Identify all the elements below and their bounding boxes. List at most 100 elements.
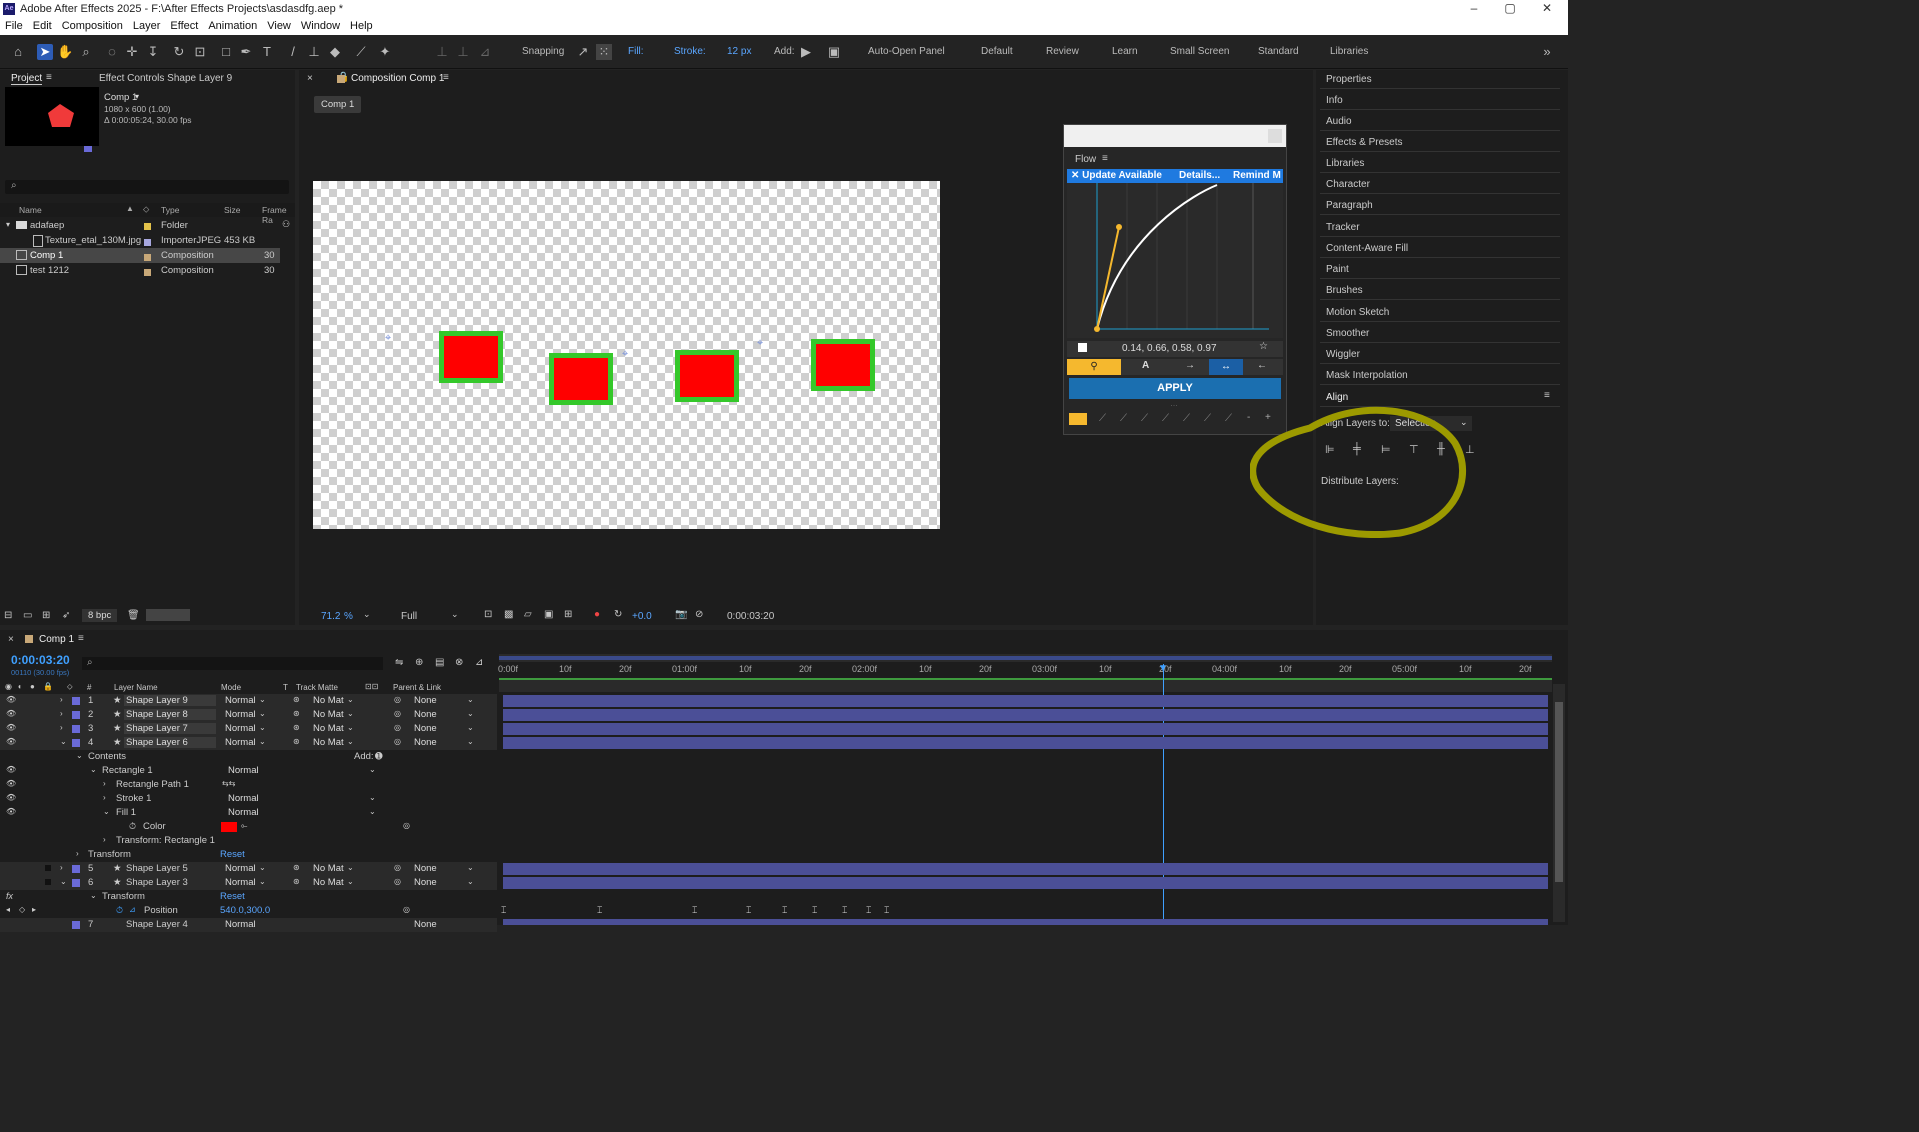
zoom-tool-icon[interactable]: ⌕ <box>78 44 94 60</box>
label-color-swatch[interactable] <box>72 739 80 747</box>
new-folder-icon[interactable]: ▭ <box>23 610 32 621</box>
resolution-select[interactable]: Full <box>401 611 417 622</box>
pan-tool-icon[interactable]: ✛ <box>124 44 140 60</box>
label-tag-icon[interactable]: ⬦ <box>67 682 73 692</box>
menu-view[interactable]: View <box>262 18 296 32</box>
keyframe-icon[interactable]: ⌶ <box>692 905 697 916</box>
tab-composition[interactable]: Composition Comp 1 <box>351 73 444 84</box>
chevron-down-icon[interactable]: ⌄ <box>259 723 266 732</box>
graph-toggle-icon[interactable]: ⊿ <box>129 905 136 914</box>
track-matte-select[interactable]: No Mat <box>313 709 344 720</box>
brush-tool-icon[interactable]: / <box>285 44 301 60</box>
keyframe-icon[interactable]: ⌶ <box>501 905 506 916</box>
chevron-down-icon[interactable]: ⌄ <box>259 877 266 886</box>
layer-duration-bar[interactable] <box>503 695 1548 707</box>
layer-name[interactable]: Shape Layer 3 <box>126 877 188 888</box>
property-row-rectangle[interactable]: 👁 ⌄ Rectangle 1 Normal ⌄ <box>0 764 497 778</box>
label-color-swatch[interactable] <box>72 879 80 887</box>
layer-mode-select[interactable]: Normal <box>225 695 256 706</box>
panel-character[interactable]: Character <box>1326 179 1370 190</box>
next-keyframe-icon[interactable]: ▸ <box>32 905 36 914</box>
preview-comp-name[interactable]: Comp 1 <box>104 92 137 103</box>
layer-name[interactable]: Shape Layer 4 <box>126 919 188 930</box>
graph-mode-icon[interactable]: ⚲ <box>1067 359 1121 375</box>
project-item-test1212[interactable]: test 1212 Composition 30 <box>0 263 295 278</box>
chevron-down-icon[interactable]: ⌄ <box>347 695 354 704</box>
keyframe-icon[interactable]: ⌶ <box>812 905 817 916</box>
viewer-timecode[interactable]: 0:00:03:20 <box>727 611 774 622</box>
curve-editor[interactable] <box>1067 183 1283 338</box>
expand-chevron-icon[interactable]: › <box>103 793 106 802</box>
remind-link[interactable]: Remind M <box>1233 170 1281 181</box>
chevron-down-icon[interactable]: ⌄ <box>347 723 354 732</box>
text-mode-icon[interactable]: A <box>1142 360 1149 371</box>
mask-visibility-icon[interactable]: ▱ <box>524 609 532 620</box>
keyframe-icon[interactable]: ⌶ <box>597 905 602 916</box>
keyframe-icon[interactable]: ⌶ <box>884 905 889 916</box>
blend-mode-select[interactable]: Normal <box>228 793 259 804</box>
panel-properties[interactable]: Properties <box>1326 74 1372 85</box>
dolly-tool-icon[interactable]: ↧ <box>145 44 161 60</box>
preset-curve-icon[interactable]: ⟋ <box>1099 413 1106 424</box>
visibility-eye-icon[interactable]: 👁 <box>6 793 16 802</box>
layer-mode-select[interactable]: Normal <box>225 737 256 748</box>
project-item-folder[interactable]: ▾ adafaep Folder ⚇ <box>0 218 295 233</box>
label-color-swatch[interactable] <box>72 697 80 705</box>
matte-link-icon[interactable]: ⊛ <box>293 737 300 746</box>
expand-chevron-icon[interactable]: › <box>60 709 63 718</box>
channel-icon[interactable]: ● <box>594 609 600 620</box>
layer-duration-bar[interactable] <box>503 919 1548 925</box>
video-switch-icon[interactable]: ◉ <box>5 682 12 691</box>
panel-content-aware-fill[interactable]: Content-Aware Fill <box>1326 243 1408 254</box>
matte-link-icon[interactable]: ⊛ <box>293 695 300 704</box>
axis-view-icon[interactable]: ⊿ <box>477 44 493 60</box>
pick-whip-icon[interactable]: ◎ <box>394 737 401 746</box>
thumbnail-slider[interactable] <box>146 609 190 621</box>
panel-audio[interactable]: Audio <box>1326 116 1352 127</box>
exposure-value[interactable]: +0.0 <box>632 611 652 622</box>
visibility-eye-icon[interactable]: 👁 <box>6 807 16 816</box>
pick-whip-icon[interactable]: ◎ <box>394 709 401 718</box>
draft-3d-icon[interactable]: ⊕ <box>415 657 423 668</box>
layer-duration-bar[interactable] <box>503 723 1548 735</box>
orbit-tool-icon[interactable]: ◌ <box>104 44 120 60</box>
workspace-standard[interactable]: Standard <box>1258 46 1299 57</box>
expand-chevron-icon[interactable]: ⌄ <box>60 877 67 886</box>
tab-timeline-comp[interactable]: Comp 1 <box>39 634 74 645</box>
lock-switch-icon[interactable]: 🔒 <box>43 682 53 691</box>
label-color-swatch[interactable] <box>144 222 151 230</box>
add-content-icon[interactable]: ➊ <box>375 751 383 762</box>
puppet-tool-icon[interactable]: ✦ <box>377 44 393 60</box>
expand-chevron-icon[interactable]: › <box>60 723 63 732</box>
expand-chevron-icon[interactable]: ▾ <box>6 220 10 229</box>
position-value[interactable]: 540.0,300.0 <box>220 905 270 916</box>
flow-close-icon[interactable] <box>1268 129 1282 143</box>
label-color-swatch[interactable] <box>72 865 80 873</box>
layer-duration-bar[interactable] <box>503 863 1548 875</box>
visibility-eye-icon[interactable]: 👁 <box>6 723 16 732</box>
reset-exposure-icon[interactable]: ↻ <box>614 609 622 620</box>
eyedropper-icon[interactable]: ⟜ <box>241 821 247 831</box>
panel-menu-icon[interactable]: ≡ <box>46 72 52 83</box>
workspace-small-screen[interactable]: Small Screen <box>1170 46 1229 57</box>
layer-name[interactable]: Shape Layer 6 <box>124 737 216 748</box>
track-matte-select[interactable]: No Mat <box>313 877 344 888</box>
layer-duration-bar[interactable] <box>503 877 1548 889</box>
audio-switch-icon[interactable]: ◖ <box>17 682 22 691</box>
details-link[interactable]: Details... <box>1179 170 1220 181</box>
path-direction-icon[interactable]: ⇆⇆ <box>222 779 235 788</box>
layer-mode-select[interactable]: Normal <box>225 877 256 888</box>
menu-animation[interactable]: Animation <box>203 18 262 32</box>
current-timecode[interactable]: 0:00:03:20 <box>11 653 70 667</box>
property-row-transform[interactable]: › Transform Reset <box>0 848 497 862</box>
layer-row[interactable]: 👁 › 2 ★ Shape Layer 8 Normal ⌄ ⊛ No Mat … <box>0 708 497 722</box>
rectangle-tool-icon[interactable]: □ <box>218 44 234 60</box>
shape-rectangle-2[interactable] <box>549 353 613 405</box>
prev-keyframe-icon[interactable]: ◂ <box>6 905 10 914</box>
timeline-scrollbar[interactable] <box>1553 684 1565 922</box>
label-color-swatch[interactable] <box>72 921 80 929</box>
bit-depth-button[interactable]: 8 bpc <box>82 609 118 622</box>
interpret-footage-icon[interactable]: ⊟ <box>4 610 12 621</box>
panel-motion-sketch[interactable]: Motion Sketch <box>1326 307 1389 318</box>
expression-fx-icon[interactable]: fx <box>6 891 13 901</box>
